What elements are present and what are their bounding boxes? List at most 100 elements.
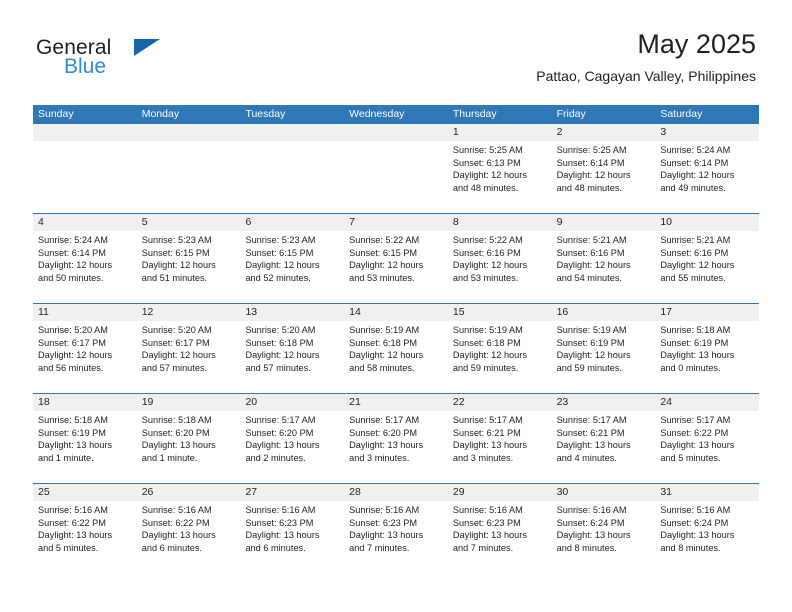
day-cell[interactable]: 21 Sunrise: 5:17 AM Sunset: 6:20 PM Dayligh… — [344, 394, 448, 483]
sunrise-text: Sunrise: 5:25 AM — [556, 145, 627, 155]
daylight-text-line2: and 57 minutes. — [245, 362, 311, 373]
day-number: 1 — [447, 124, 552, 141]
day-cell[interactable]: 20 Sunrise: 5:17 AM Sunset: 6:20 PM Dayligh… — [240, 394, 345, 483]
day-cell[interactable]: 15 Sunrise: 5:19 AM Sunset: 6:18 PM Dayligh… — [447, 304, 552, 393]
day-number — [33, 124, 137, 141]
day-cell[interactable]: 18 Sunrise: 5:18 AM Sunset: 6:19 PM Dayligh… — [33, 394, 137, 483]
weekday-header-sunday: Sunday — [38, 108, 74, 120]
day-cell[interactable]: 31 Sunrise: 5:16 AM Sunset: 6:24 PM Dayligh… — [655, 484, 760, 573]
daylight-text-line2: and 55 minutes. — [660, 272, 726, 283]
calendar-week-row: 11 Sunrise: 5:20 AM Sunset: 6:17 PM Dayligh… — [33, 303, 760, 393]
day-cell[interactable]: 11 Sunrise: 5:20 AM Sunset: 6:17 PM Dayligh… — [33, 304, 137, 393]
calendar-weeks: 1 Sunrise: 5:25 AM Sunset: 6:13 PM Daylight… — [33, 124, 760, 573]
daylight-text-line1: Daylight: 12 hours — [349, 260, 424, 271]
daylight-text-line1: Daylight: 12 hours — [660, 260, 735, 271]
day-cell[interactable]: 24 Sunrise: 5:17 AM Sunset: 6:22 PM Dayligh… — [655, 394, 760, 483]
day-cell[interactable]: 23 Sunrise: 5:17 AM Sunset: 6:21 PM Dayligh… — [551, 394, 656, 483]
calendar-page: General Blue May 2025 Pattao, Cagayan Va… — [0, 0, 792, 612]
calendar-week-inner: 18 Sunrise: 5:18 AM Sunset: 6:19 PM Dayligh… — [33, 394, 760, 483]
daylight-text-line1: Daylight: 13 hours — [452, 530, 527, 541]
day-number: 25 — [33, 484, 137, 501]
day-cell[interactable]: 25 Sunrise: 5:16 AM Sunset: 6:22 PM Dayligh… — [33, 484, 137, 573]
day-number: 7 — [344, 214, 448, 231]
day-details: Sunrise: 5:23 AM Sunset: 6:15 PM Daylight:… — [240, 231, 344, 284]
day-cell[interactable]: 26 Sunrise: 5:16 AM Sunset: 6:22 PM Dayligh… — [136, 484, 241, 573]
day-cell[interactable]: 12 Sunrise: 5:20 AM Sunset: 6:17 PM Dayligh… — [136, 304, 241, 393]
day-cell[interactable]: 19 Sunrise: 5:18 AM Sunset: 6:20 PM Dayligh… — [136, 394, 241, 483]
day-cell[interactable]: 22 Sunrise: 5:17 AM Sunset: 6:21 PM Dayligh… — [447, 394, 552, 483]
daylight-text-line1: Daylight: 12 hours — [452, 170, 527, 181]
calendar-week-row: 1 Sunrise: 5:25 AM Sunset: 6:13 PM Daylight… — [33, 124, 760, 213]
day-cell[interactable]: 14 Sunrise: 5:19 AM Sunset: 6:18 PM Dayligh… — [344, 304, 448, 393]
day-cell[interactable]: 8 Sunrise: 5:22 AM Sunset: 6:16 PM Daylight… — [447, 214, 552, 303]
day-details: Sunrise: 5:21 AM Sunset: 6:16 PM Daylight:… — [552, 231, 656, 284]
calendar-week-inner: 4 Sunrise: 5:24 AM Sunset: 6:14 PM Daylight… — [33, 214, 760, 303]
day-cell[interactable]: 13 Sunrise: 5:20 AM Sunset: 6:18 PM Dayligh… — [240, 304, 345, 393]
day-cell[interactable]: 4 Sunrise: 5:24 AM Sunset: 6:14 PM Daylight… — [33, 214, 137, 303]
sunrise-text: Sunrise: 5:19 AM — [349, 325, 420, 335]
day-cell[interactable]: 7 Sunrise: 5:22 AM Sunset: 6:15 PM Daylight… — [344, 214, 448, 303]
day-cell[interactable]: 1 Sunrise: 5:25 AM Sunset: 6:13 PM Daylight… — [447, 124, 552, 213]
day-details: Sunrise: 5:25 AM Sunset: 6:14 PM Daylight:… — [552, 141, 656, 194]
day-number: 10 — [655, 214, 760, 231]
day-details: Sunrise: 5:23 AM Sunset: 6:15 PM Daylight:… — [137, 231, 241, 284]
brand-logo[interactable]: General Blue — [36, 36, 266, 88]
day-cell[interactable]: 9 Sunrise: 5:21 AM Sunset: 6:16 PM Daylight… — [551, 214, 656, 303]
sunset-text: Sunset: 6:14 PM — [556, 157, 625, 168]
sunrise-text: Sunrise: 5:17 AM — [245, 415, 316, 425]
day-number: 14 — [344, 304, 448, 321]
weekday-header-row: Sunday Monday Tuesday Wednesday Thursday… — [33, 105, 759, 124]
daylight-text-line2: and 52 minutes. — [245, 272, 311, 283]
daylight-text-line2: and 7 minutes. — [349, 542, 410, 553]
day-cell[interactable]: 29 Sunrise: 5:16 AM Sunset: 6:23 PM Dayligh… — [447, 484, 552, 573]
daylight-text-line1: Daylight: 13 hours — [245, 530, 320, 541]
day-number: 26 — [136, 484, 241, 501]
daylight-text-line1: Daylight: 13 hours — [141, 440, 216, 451]
daylight-text-line1: Daylight: 12 hours — [349, 350, 424, 361]
daylight-text-line1: Daylight: 13 hours — [349, 440, 424, 451]
sunset-text: Sunset: 6:18 PM — [452, 337, 521, 348]
day-cell[interactable]: 17 Sunrise: 5:18 AM Sunset: 6:19 PM Dayligh… — [655, 304, 760, 393]
day-details: Sunrise: 5:16 AM Sunset: 6:23 PM Daylight:… — [240, 501, 344, 554]
day-cell[interactable]: 16 Sunrise: 5:19 AM Sunset: 6:19 PM Dayligh… — [551, 304, 656, 393]
day-cell-empty — [344, 124, 448, 213]
daylight-text-line2: and 48 minutes. — [556, 182, 622, 193]
daylight-text-line2: and 53 minutes. — [452, 272, 519, 283]
daylight-text-line1: Daylight: 13 hours — [556, 530, 631, 541]
day-cell[interactable]: 30 Sunrise: 5:16 AM Sunset: 6:24 PM Dayligh… — [551, 484, 656, 573]
day-details: Sunrise: 5:20 AM Sunset: 6:17 PM Daylight:… — [33, 321, 137, 374]
day-cell[interactable]: 27 Sunrise: 5:16 AM Sunset: 6:23 PM Dayligh… — [240, 484, 345, 573]
daylight-text-line1: Daylight: 12 hours — [556, 170, 631, 181]
daylight-text-line1: Daylight: 12 hours — [556, 350, 631, 361]
day-number: 9 — [551, 214, 656, 231]
weekday-header-tuesday: Tuesday — [245, 108, 286, 120]
day-number: 22 — [447, 394, 552, 411]
sunset-text: Sunset: 6:22 PM — [660, 427, 729, 438]
sunrise-text: Sunrise: 5:21 AM — [660, 235, 731, 245]
day-cell[interactable]: 2 Sunrise: 5:25 AM Sunset: 6:14 PM Daylight… — [551, 124, 656, 213]
day-details: Sunrise: 5:20 AM Sunset: 6:17 PM Daylight:… — [137, 321, 241, 374]
day-number: 20 — [240, 394, 345, 411]
daylight-text-line1: Daylight: 13 hours — [660, 530, 735, 541]
daylight-text-line1: Daylight: 12 hours — [38, 350, 113, 361]
day-cell[interactable]: 28 Sunrise: 5:16 AM Sunset: 6:23 PM Dayligh… — [344, 484, 448, 573]
calendar-week-row: 25 Sunrise: 5:16 AM Sunset: 6:22 PM Dayligh… — [33, 483, 760, 573]
daylight-text-line1: Daylight: 12 hours — [38, 260, 113, 271]
sunset-text: Sunset: 6:19 PM — [556, 337, 625, 348]
day-cell[interactable]: 6 Sunrise: 5:23 AM Sunset: 6:15 PM Daylight… — [240, 214, 345, 303]
daylight-text-line2: and 0 minutes. — [660, 362, 721, 373]
day-details: Sunrise: 5:19 AM Sunset: 6:18 PM Daylight:… — [448, 321, 552, 374]
sunset-text: Sunset: 6:16 PM — [556, 247, 625, 258]
day-cell[interactable]: 10 Sunrise: 5:21 AM Sunset: 6:16 PM Dayligh… — [655, 214, 760, 303]
daylight-text-line1: Daylight: 12 hours — [141, 350, 216, 361]
day-number — [344, 124, 448, 141]
sunset-text: Sunset: 6:16 PM — [452, 247, 521, 258]
calendar-week-inner: 11 Sunrise: 5:20 AM Sunset: 6:17 PM Dayligh… — [33, 304, 760, 393]
day-cell[interactable]: 3 Sunrise: 5:24 AM Sunset: 6:14 PM Daylight… — [655, 124, 760, 213]
day-cell[interactable]: 5 Sunrise: 5:23 AM Sunset: 6:15 PM Daylight… — [136, 214, 241, 303]
sunset-text: Sunset: 6:18 PM — [245, 337, 314, 348]
daylight-text-line2: and 7 minutes. — [452, 542, 514, 553]
sunset-text: Sunset: 6:22 PM — [141, 517, 210, 528]
day-number: 12 — [136, 304, 241, 321]
daylight-text-line2: and 4 minutes. — [556, 452, 617, 463]
